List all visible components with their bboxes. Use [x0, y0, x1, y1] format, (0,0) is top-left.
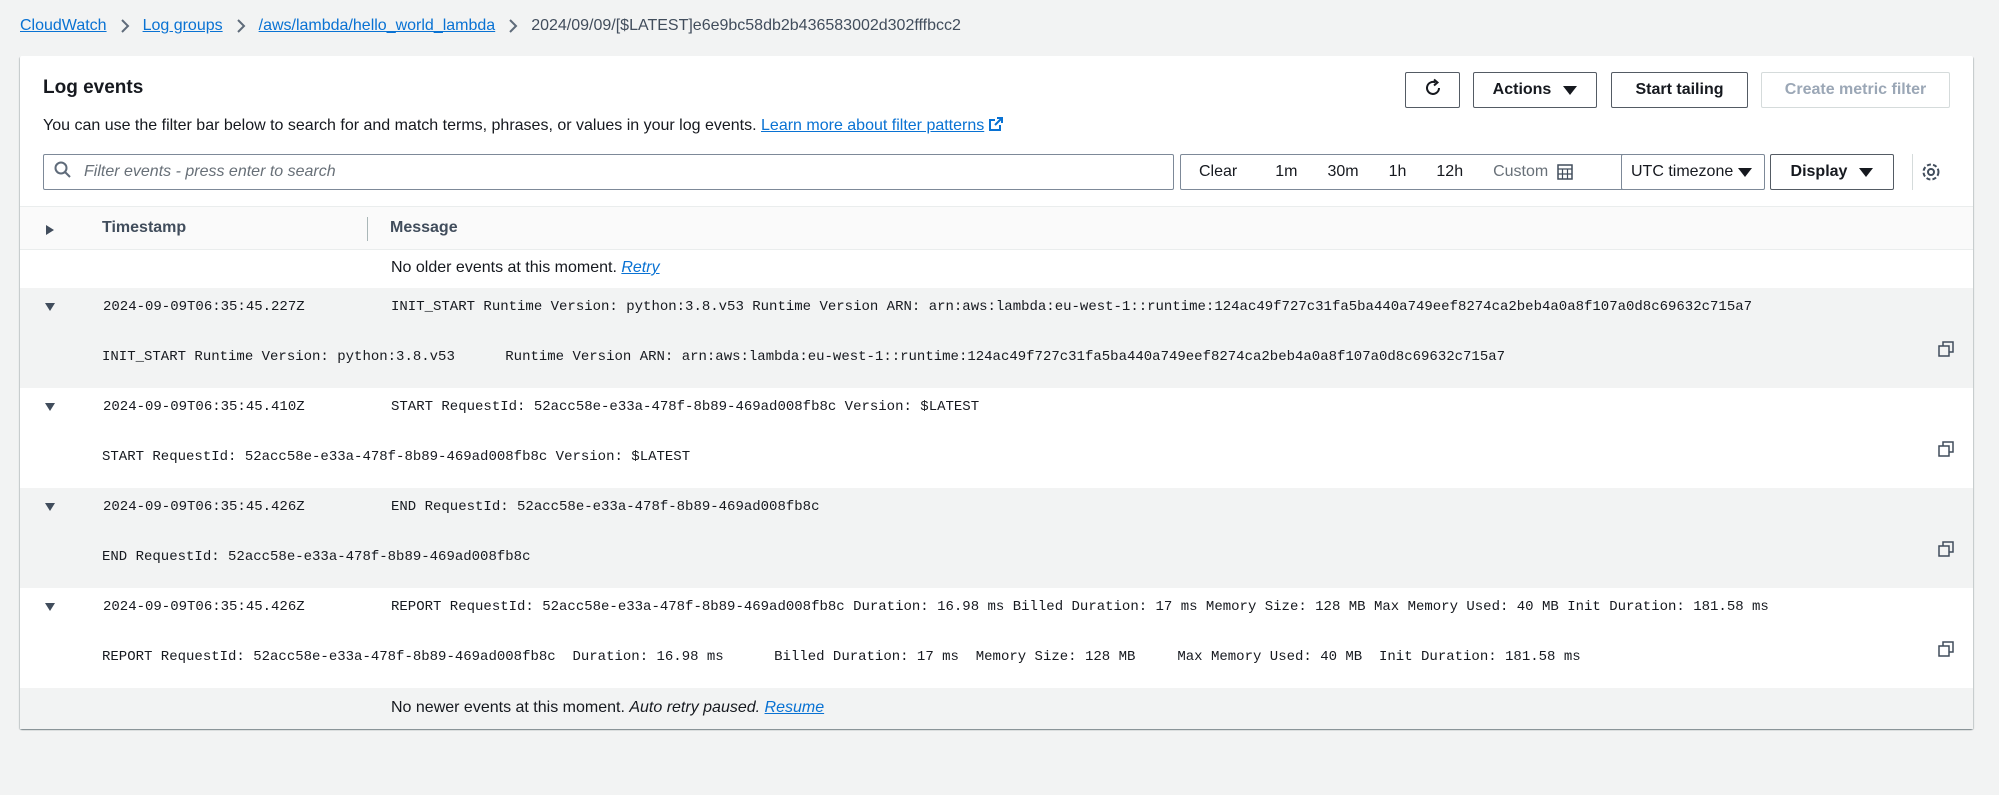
event-detail: REPORT RequestId: 52acc58e-e33a-478f-8b8… — [102, 649, 1581, 665]
filter-search — [43, 154, 1174, 190]
event-message: REPORT RequestId: 52acc58e-e33a-478f-8b8… — [391, 599, 1769, 615]
timezone-label: UTC timezone — [1631, 163, 1734, 180]
chevron-right-icon — [495, 17, 531, 35]
panel-title: Log events — [43, 77, 144, 98]
panel-description: You can use the filter bar below to sear… — [43, 116, 1004, 137]
actions-label: Actions — [1492, 81, 1552, 98]
auto-retry-paused-label: Auto retry paused. — [629, 699, 761, 716]
breadcrumb: CloudWatch Log groups /aws/lambda/hello_… — [20, 14, 961, 38]
collapse-icon[interactable] — [44, 399, 56, 417]
display-button[interactable]: Display — [1770, 154, 1894, 190]
timezone-select[interactable]: UTC timezone — [1621, 154, 1765, 190]
column-message[interactable]: Message — [390, 219, 458, 237]
event-message: INIT_START Runtime Version: python:3.8.v… — [391, 299, 1753, 315]
breadcrumb-log-group[interactable]: /aws/lambda/hello_world_lambda — [259, 17, 496, 35]
breadcrumb-current-stream: 2024/09/09/[$LATEST]e6e9bc58db2b43658300… — [531, 17, 961, 34]
chevron-right-icon — [223, 17, 259, 35]
filter-events-input[interactable] — [82, 162, 1162, 182]
time-clear[interactable]: Clear — [1199, 155, 1237, 189]
start-tailing-label: Start tailing — [1635, 81, 1724, 98]
actions-button[interactable]: Actions — [1473, 72, 1597, 108]
older-events-text: No older events at this moment. Retry — [391, 259, 660, 277]
display-label: Display — [1790, 163, 1848, 180]
older-notice-label: No older events at this moment. — [391, 259, 617, 276]
table-row[interactable]: 2024-09-09T06:35:45.227Z INIT_START Runt… — [20, 288, 1973, 388]
resume-link[interactable]: Resume — [765, 699, 825, 716]
event-detail: START RequestId: 52acc58e-e33a-478f-8b89… — [102, 449, 691, 465]
event-message: END RequestId: 52acc58e-e33a-478f-8b89-4… — [391, 499, 820, 515]
copy-icon[interactable] — [1938, 441, 1954, 462]
start-tailing-button[interactable]: Start tailing — [1611, 72, 1748, 108]
newer-events-text: No newer events at this moment. Auto ret… — [391, 699, 824, 717]
calendar-icon — [1557, 164, 1573, 180]
event-detail: INIT_START Runtime Version: python:3.8.v… — [102, 349, 1506, 365]
learn-more-label: Learn more about filter patterns — [761, 117, 985, 134]
chevron-right-icon — [107, 17, 143, 35]
event-timestamp: 2024-09-09T06:35:45.426Z — [103, 599, 305, 615]
table-row[interactable]: 2024-09-09T06:35:45.410Z START RequestId… — [20, 388, 1973, 488]
table-header: Timestamp Message — [20, 206, 1973, 250]
description-text: You can use the filter bar below to sear… — [43, 117, 757, 134]
retry-link[interactable]: Retry — [621, 259, 659, 276]
custom-label: Custom — [1493, 163, 1549, 180]
copy-icon[interactable] — [1938, 341, 1954, 362]
caret-down-icon — [1859, 167, 1874, 177]
copy-icon[interactable] — [1938, 541, 1954, 562]
older-events-notice: No older events at this moment. Retry — [20, 250, 1973, 288]
event-timestamp: 2024-09-09T06:35:45.426Z — [103, 499, 305, 515]
time-1m[interactable]: 1m — [1275, 155, 1297, 189]
time-range-selector: Clear 1m 30m 1h 12h Custom — [1180, 154, 1629, 190]
table-row[interactable]: 2024-09-09T06:35:45.426Z END RequestId: … — [20, 488, 1973, 588]
refresh-icon — [1423, 78, 1443, 103]
time-custom[interactable]: Custom — [1493, 155, 1573, 189]
breadcrumb-log-groups[interactable]: Log groups — [143, 17, 223, 35]
event-timestamp: 2024-09-09T06:35:45.227Z — [103, 299, 305, 315]
newer-events-notice: No newer events at this moment. Auto ret… — [20, 688, 1973, 729]
log-events-panel: Log events You can use the filter bar be… — [20, 56, 1973, 729]
breadcrumb-cloudwatch[interactable]: CloudWatch — [20, 17, 107, 35]
table-row[interactable]: 2024-09-09T06:35:45.426Z REPORT RequestI… — [20, 588, 1973, 688]
learn-more-link[interactable]: Learn more about filter patterns — [761, 117, 1004, 134]
search-icon — [54, 161, 72, 184]
newer-notice-label: No newer events at this moment. — [391, 699, 625, 716]
external-link-icon — [988, 116, 1004, 137]
copy-icon[interactable] — [1938, 641, 1954, 662]
time-12h[interactable]: 12h — [1436, 155, 1463, 189]
create-metric-filter-button[interactable]: Create metric filter — [1761, 72, 1950, 108]
collapse-icon[interactable] — [44, 499, 56, 517]
event-timestamp: 2024-09-09T06:35:45.410Z — [103, 399, 305, 415]
collapse-icon[interactable] — [44, 599, 56, 617]
time-1h[interactable]: 1h — [1389, 155, 1407, 189]
caret-down-icon — [1563, 85, 1578, 95]
collapse-icon[interactable] — [44, 299, 56, 317]
create-metric-filter-label: Create metric filter — [1784, 81, 1927, 98]
time-30m[interactable]: 30m — [1327, 155, 1358, 189]
event-message: START RequestId: 52acc58e-e33a-478f-8b89… — [391, 399, 980, 415]
expand-all-icon[interactable] — [45, 223, 55, 241]
column-timestamp[interactable]: Timestamp — [102, 219, 186, 237]
event-detail: END RequestId: 52acc58e-e33a-478f-8b89-4… — [102, 549, 531, 565]
gear-icon[interactable] — [1921, 162, 1941, 187]
column-divider[interactable] — [367, 217, 368, 241]
toolbar-divider — [1912, 154, 1913, 190]
refresh-button[interactable] — [1405, 72, 1460, 108]
caret-down-icon — [1738, 168, 1752, 177]
